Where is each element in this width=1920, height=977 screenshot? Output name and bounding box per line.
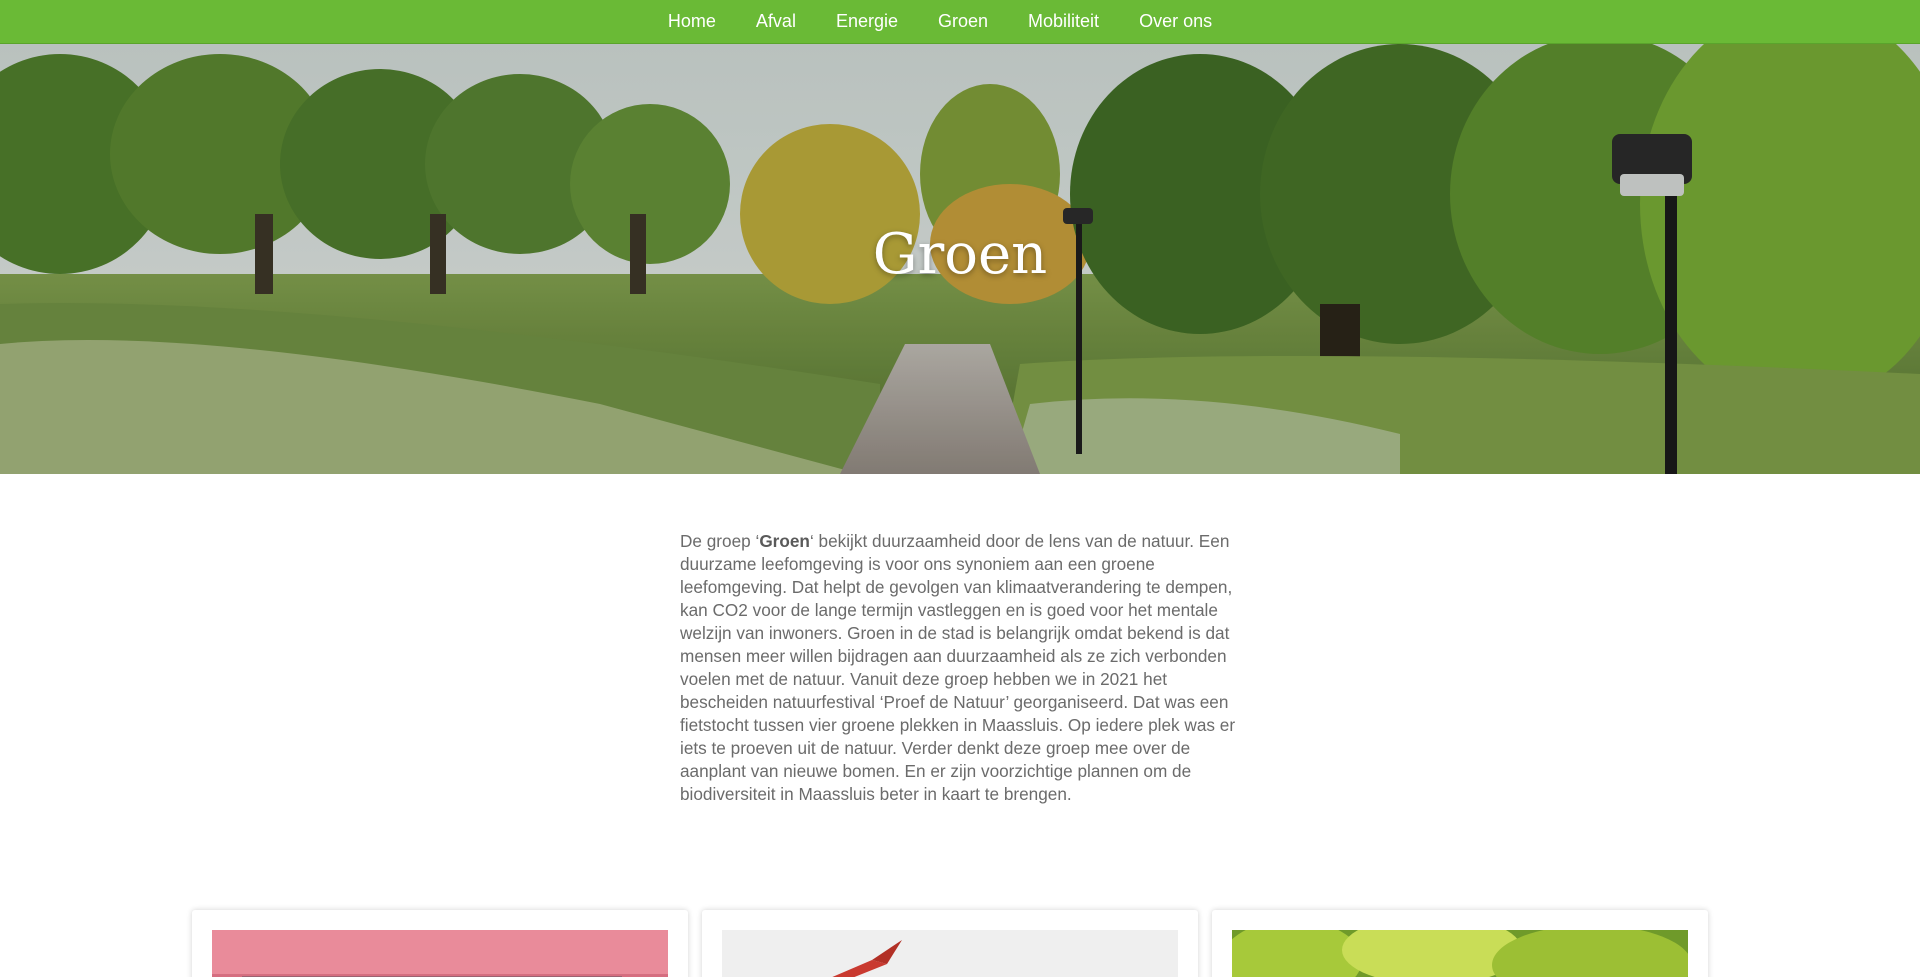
- nav-item-home: Home: [668, 11, 716, 32]
- intro-text-after: ‘ bekijkt duurzaamheid door de lens van …: [680, 531, 1236, 804]
- nav-link-groen[interactable]: Groen: [938, 11, 988, 31]
- card-thumbnail-pink: [212, 930, 668, 977]
- card-image[interactable]: [722, 930, 1178, 977]
- nav-item-afval: Afval: [756, 11, 796, 32]
- card-thumbnail-pencil: [722, 930, 1178, 977]
- hero-banner: Groen: [0, 44, 1920, 474]
- page-title: Groen: [872, 222, 1048, 287]
- nav-menu: Home Afval Energie Groen Mobiliteit Over…: [648, 11, 1232, 32]
- nav-item-energie: Energie: [836, 11, 898, 32]
- nav-link-mobiliteit[interactable]: Mobiliteit: [1028, 11, 1099, 31]
- project-card[interactable]: [1212, 910, 1708, 977]
- card-image[interactable]: [1232, 930, 1688, 977]
- intro-paragraph: De groep ‘Groen‘ bekijkt duurzaamheid do…: [680, 530, 1240, 806]
- intro-text-bold: Groen: [759, 531, 810, 551]
- project-cards: [192, 910, 1712, 977]
- nav-link-home[interactable]: Home: [668, 11, 716, 31]
- top-navigation: Home Afval Energie Groen Mobiliteit Over…: [0, 0, 1920, 44]
- nav-link-over-ons[interactable]: Over ons: [1139, 11, 1212, 31]
- project-card[interactable]: [702, 910, 1198, 977]
- card-thumbnail-leaves: [1232, 930, 1688, 977]
- project-card[interactable]: [192, 910, 688, 977]
- nav-item-over-ons: Over ons: [1139, 11, 1212, 32]
- nav-link-energie[interactable]: Energie: [836, 11, 898, 31]
- nav-item-mobiliteit: Mobiliteit: [1028, 11, 1099, 32]
- intro-text-before: De groep ‘: [680, 531, 760, 551]
- card-image[interactable]: [212, 930, 668, 977]
- nav-link-afval[interactable]: Afval: [756, 11, 796, 31]
- nav-item-groen: Groen: [938, 11, 988, 32]
